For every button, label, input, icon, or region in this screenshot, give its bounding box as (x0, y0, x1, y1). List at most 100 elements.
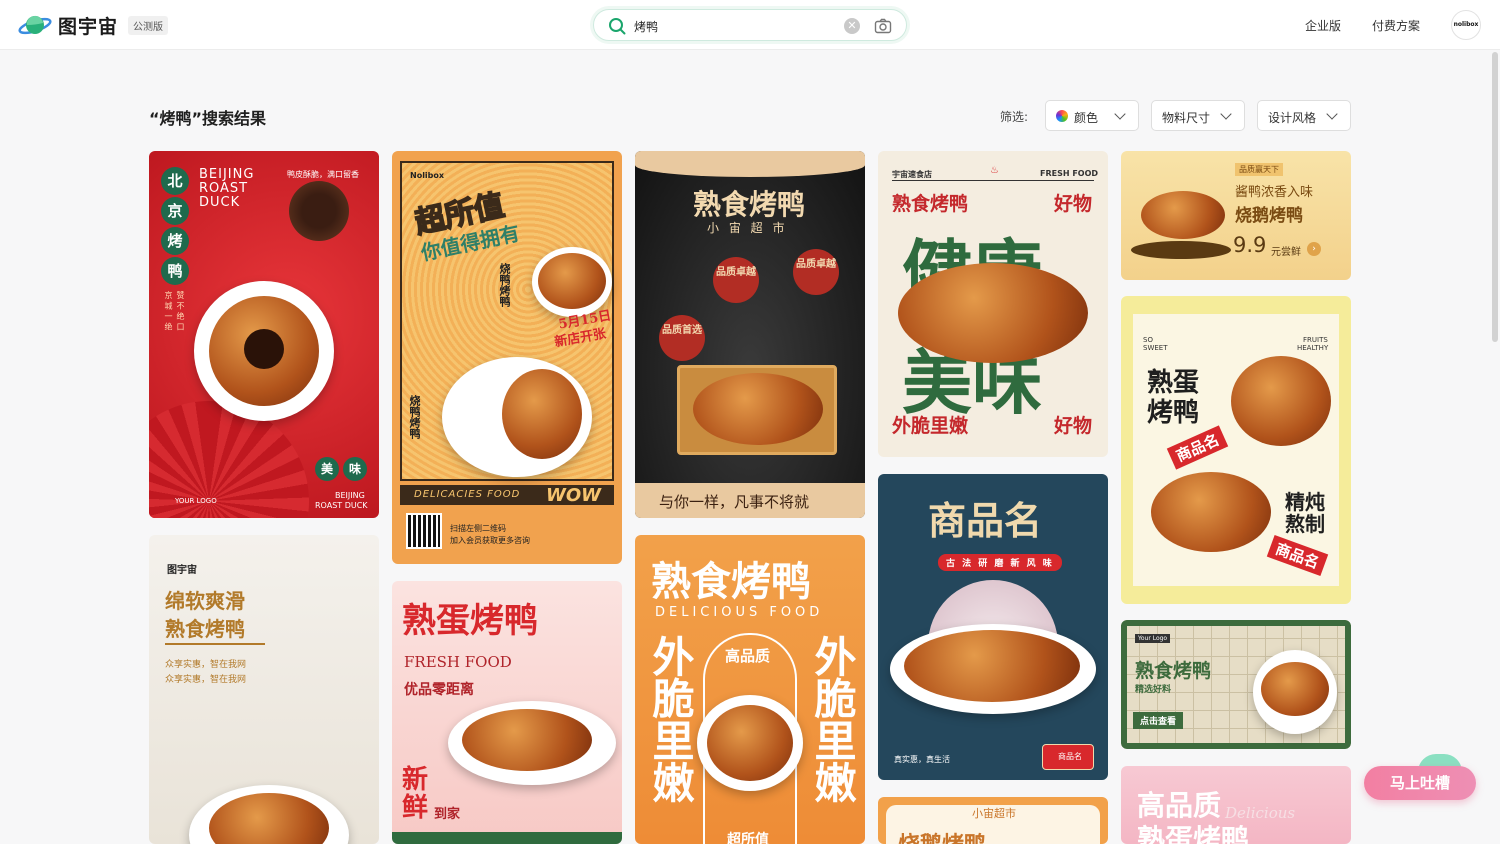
badge-char: 味 (343, 457, 367, 481)
template-card[interactable]: 品质赢天下 酱鸭浓香入味 烧鹅烤鸭 9.9 元尝鲜 › (1121, 151, 1351, 280)
card-title: 烤鸭 (1147, 398, 1200, 428)
chevron-down-icon (1114, 108, 1126, 120)
feedback-button[interactable]: 马上吐槽 (1364, 766, 1476, 800)
template-card[interactable]: 熟蛋烤鸭 FRESH FOOD 优品零距离 新 鲜 到家 (392, 581, 622, 844)
nav-enterprise[interactable]: 企业版 (1305, 17, 1341, 34)
avatar[interactable]: nolibox (1451, 10, 1481, 40)
card-text: 赞 不 绝 口 (176, 291, 185, 331)
board-shadow (1131, 241, 1231, 259)
card-tag: 品质赢天下 (1235, 163, 1283, 176)
card-text: 超所值 (727, 832, 769, 844)
price: 9.9 (1233, 233, 1267, 257)
search-icon (609, 18, 626, 35)
view-button[interactable]: 点击查看 (1133, 712, 1184, 729)
card-text: 真实惠，真生活 (894, 755, 950, 764)
card-text: 烧鸭烤鸭 (498, 263, 511, 307)
template-card[interactable]: SO SWEET FRUITS HEALTHY 熟蛋 烤鸭 商品名 精炖 熬制 … (1121, 296, 1351, 604)
duck-image (904, 630, 1080, 702)
duck-image (462, 709, 592, 771)
card-text: 小宙超市 (972, 807, 1016, 820)
card-text: DELICACIES FOOD (414, 489, 521, 500)
fire-icon: ♨ (990, 165, 999, 176)
badge-char: 美 (315, 457, 339, 481)
brand-logo[interactable]: 图宇宙 公测版 (18, 12, 169, 39)
color-wheel-icon (1056, 110, 1068, 122)
card-title: 熟蛋烤鸭 (402, 601, 538, 641)
duck-image (1231, 356, 1331, 446)
card-title: 熟食烤鸭 (651, 558, 811, 605)
template-card[interactable]: 宇宙速食店 ♨ FRESH FOOD 熟食烤鸭 好物 健康 美味 外脆里嫩 好物 (878, 151, 1108, 457)
card-text: DELICIOUS FOOD (655, 605, 824, 620)
template-card[interactable]: Nolibox 超所值 你值得拥有 烧鸭烤鸭 5月15日 新店开张 烧鸭烤鸭 D… (392, 151, 622, 564)
card-text: WOW (546, 485, 602, 506)
filter-size[interactable]: 物料尺寸 (1151, 100, 1245, 131)
card-text: YOUR LOGO (175, 497, 217, 505)
filter-size-label: 物料尺寸 (1162, 111, 1211, 125)
card-text: 鸭皮酥脆，满口留香 (287, 170, 359, 179)
card-text: 与你一样，凡事不将就 (659, 493, 810, 511)
template-card[interactable]: 熟食烤鸭 小 宙 超 市 品质卓越 品质卓越 品质首选 与你一样，凡事不将就 (635, 151, 865, 518)
title-char: 鸭 (161, 257, 189, 285)
card-text: 鲜 (402, 793, 429, 823)
template-card[interactable]: 小宙超市 烧鹅烤鸭 (878, 797, 1108, 844)
results-title: “烤鸭”搜索结果 (149, 109, 267, 128)
filter-color[interactable]: 颜色 (1045, 100, 1139, 131)
footer-band (392, 832, 622, 844)
card-text: 扫描左侧二维码 (450, 524, 506, 533)
card-text: 宇宙速食店 (892, 170, 932, 179)
card-text: 酱鸭浓香入味 (1235, 185, 1314, 200)
card-title: 烧鹅烤鸭 (898, 827, 986, 844)
card-text: 好物 (1054, 415, 1093, 437)
arrow-right-icon: › (1307, 242, 1321, 256)
card-text: 精选好料 (1135, 685, 1172, 695)
duck-image (1261, 662, 1329, 716)
card-tag: 古 法 研 磨 新 风 味 (938, 554, 1062, 571)
card-text: 图宇宙 (167, 565, 197, 576)
card-title: 熟蛋烤鸭 (1137, 823, 1250, 844)
camera-icon[interactable] (874, 17, 892, 35)
clear-icon[interactable]: ✕ (844, 18, 860, 34)
template-card[interactable]: 图宇宙 绵软爽滑 熟食烤鸭 众享实惠，智在我网 众享实惠，智在我网 (149, 535, 379, 844)
card-text: BEIJING (335, 491, 365, 500)
filter-color-label: 颜色 (1074, 111, 1099, 125)
card-text: Your Logo (1135, 634, 1171, 643)
card-title: 熟食烤鸭 (693, 188, 806, 221)
quality-badge: 品质卓越 (713, 257, 759, 303)
brand-name: 图宇宙 (58, 16, 119, 38)
filter-style[interactable]: 设计风格 (1257, 100, 1351, 131)
template-card[interactable]: Your Logo 熟食烤鸭 精选好料 点击查看 (1121, 620, 1351, 749)
top-bar: 图宇宙 公测版 ✕ 企业版 付费方案 nolibox (0, 0, 1500, 50)
card-title: 烧鹅烤鸭 (1235, 206, 1303, 226)
scrollbar[interactable] (1492, 52, 1498, 342)
duck-image (898, 263, 1088, 363)
card-text: 小 宙 超 市 (707, 221, 788, 235)
duck-image (538, 253, 606, 309)
card-text: 商品名 (1058, 752, 1082, 761)
planet-logo-icon (18, 13, 52, 39)
card-text: 熬制 (1285, 512, 1325, 536)
template-card[interactable]: 高品质 Delicious 熟蛋烤鸭 (1121, 766, 1351, 844)
card-text: FRESH FOOD (404, 653, 512, 671)
card-text: SO (1143, 336, 1153, 344)
card-text: 到家 (434, 807, 461, 822)
card-text: FRESH FOOD (1040, 169, 1099, 178)
search-bar[interactable]: ✕ (593, 9, 907, 41)
card-text: 烧鸭烤鸭 (408, 395, 421, 439)
card-text: HEALTHY (1297, 344, 1329, 352)
card-text: 优品零距离 (404, 682, 474, 698)
card-title: 熟食烤鸭 (892, 193, 969, 215)
template-card[interactable]: 商品名 古 法 研 磨 新 风 味 真实惠，真生活 商品名 (878, 474, 1108, 780)
card-text: 外脆里嫩 (892, 415, 969, 437)
chevron-down-icon (1326, 108, 1338, 120)
fan-decoration (149, 401, 309, 518)
duck-image (1141, 191, 1225, 239)
template-card[interactable]: 北 京 烤 鸭 BEIJING ROAST DUCK 鸭皮酥脆，满口留香 京 城… (149, 151, 379, 518)
nav-pricing[interactable]: 付费方案 (1372, 17, 1420, 34)
template-card[interactable]: 熟食烤鸭 DELICIOUS FOOD 外脆里嫩 外脆里嫩 高品质 超所值 (635, 535, 865, 844)
search-input[interactable] (634, 16, 824, 36)
card-text: 加入会员获取更多咨询 (450, 536, 530, 545)
card-text: BEIJING (199, 167, 255, 182)
duck-image (693, 373, 823, 445)
filter-style-label: 设计风格 (1268, 111, 1317, 125)
teacup-image (289, 181, 349, 241)
